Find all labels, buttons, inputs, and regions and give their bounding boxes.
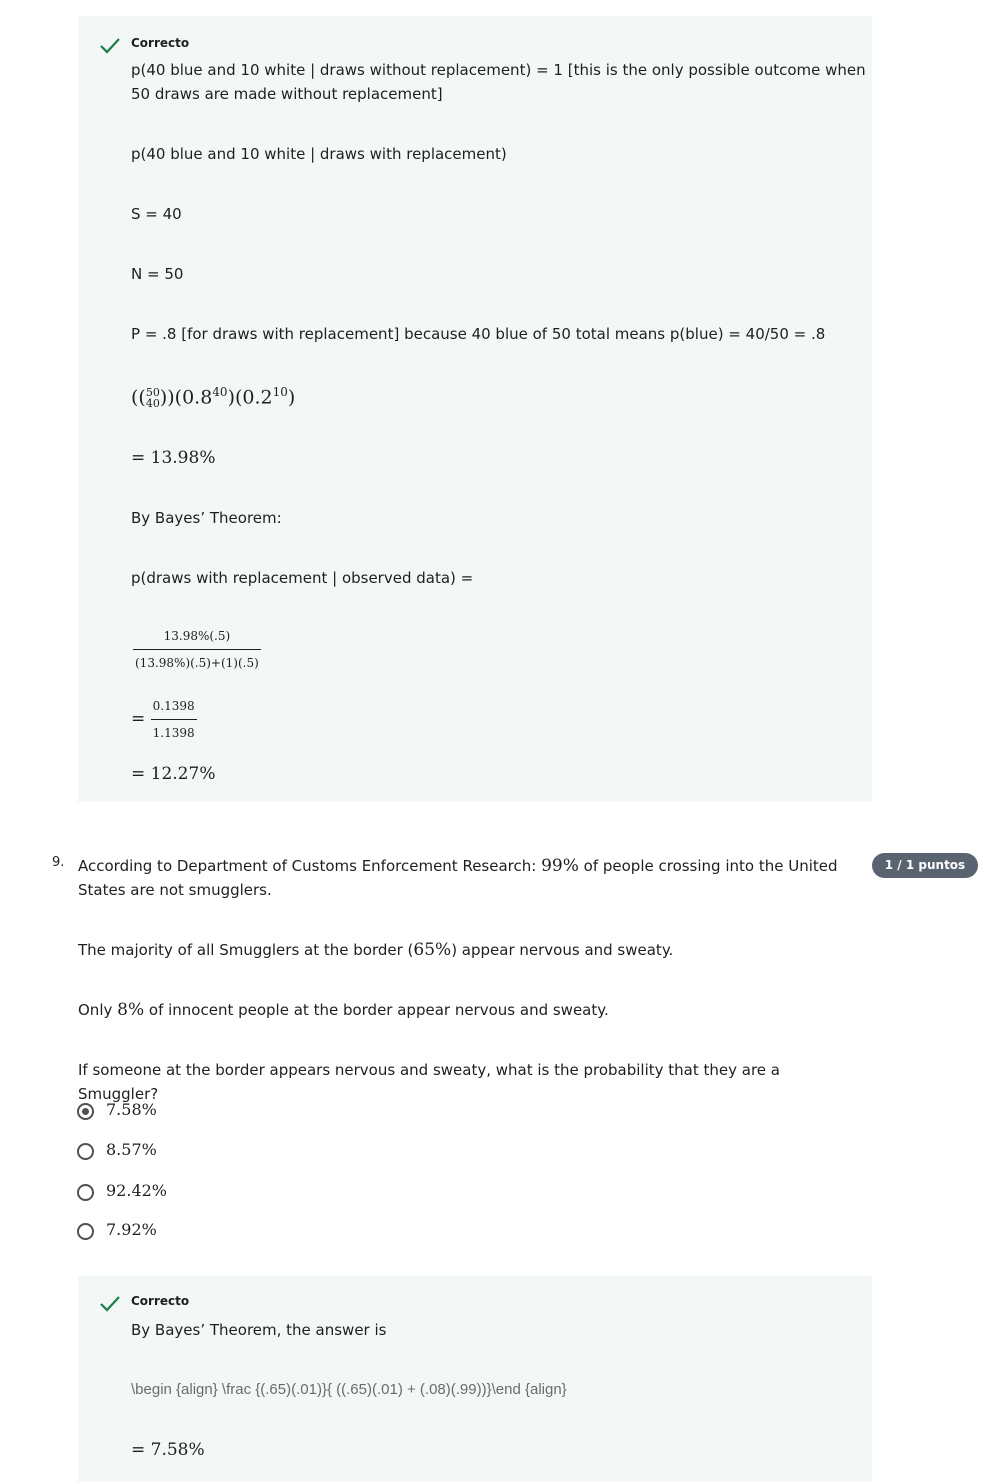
- question-text-1-cont: States are not smugglers.: [78, 881, 272, 899]
- bayes-fraction-2: = 0.1398 1.1398: [131, 694, 197, 745]
- feedback-text-1: p(40 blue and 10 white | draws without r…: [131, 61, 866, 79]
- option-label: 92.42%: [106, 1181, 168, 1200]
- option-label: 8.57%: [106, 1140, 157, 1159]
- correct-status: Correcto: [131, 1294, 190, 1308]
- result-posterior: = 12.27%: [131, 764, 216, 784]
- points-badge: 1 / 1 puntos: [872, 853, 978, 878]
- radio-button[interactable]: [77, 1184, 94, 1201]
- feedback-text-2: p(40 blue and 10 white | draws with repl…: [131, 145, 507, 163]
- latex-source: \begin {align} \frac {(.65)(.01)}{ ((.65…: [131, 1381, 567, 1398]
- radio-button[interactable]: [77, 1143, 94, 1160]
- question-text-4: If someone at the border appears nervous…: [78, 1061, 780, 1103]
- radio-button-selected[interactable]: [77, 1103, 94, 1120]
- question-number: 9.: [52, 855, 65, 870]
- bayes-label: By Bayes’ Theorem:: [131, 509, 282, 527]
- feedback-panel-q8: Correcto p(40 blue and 10 white | draws …: [78, 16, 872, 802]
- feedback-panel-q9: Correcto By Bayes’ Theorem, the answer i…: [78, 1276, 872, 1482]
- checkmark-icon: [100, 1296, 120, 1312]
- feedback-text-p: P = .8 [for draws with replacement] beca…: [131, 325, 826, 343]
- option-label: 7.92%: [106, 1220, 157, 1239]
- feedback-text: By Bayes’ Theorem, the answer is: [131, 1321, 387, 1339]
- feedback-text-1b: 50 draws are made without replacement]: [131, 85, 443, 103]
- question-text-1: According to Department of Customs Enfor…: [78, 856, 838, 876]
- question-text-3: Only 8% of innocent people at the border…: [78, 1000, 609, 1020]
- binomial-coefficient: 50 40: [145, 386, 160, 411]
- posterior-label: p(draws with replacement | observed data…: [131, 569, 474, 587]
- result-answer: = 7.58%: [131, 1440, 205, 1460]
- radio-button[interactable]: [77, 1223, 94, 1240]
- result-binomial: = 13.98%: [131, 448, 216, 468]
- option-label: 7.58%: [106, 1100, 157, 1119]
- question-text-2: The majority of all Smugglers at the bor…: [78, 940, 674, 960]
- bayes-fraction-1: 13.98%(.5) (13.98%)(.5)+(1)(.5): [133, 624, 261, 675]
- feedback-text-n: N = 50: [131, 265, 184, 283]
- checkmark-icon: [100, 38, 120, 54]
- feedback-text-s: S = 40: [131, 205, 182, 223]
- correct-status: Correcto: [131, 36, 190, 50]
- binomial-formula: ((50 40))(0.840)(0.210): [131, 385, 296, 411]
